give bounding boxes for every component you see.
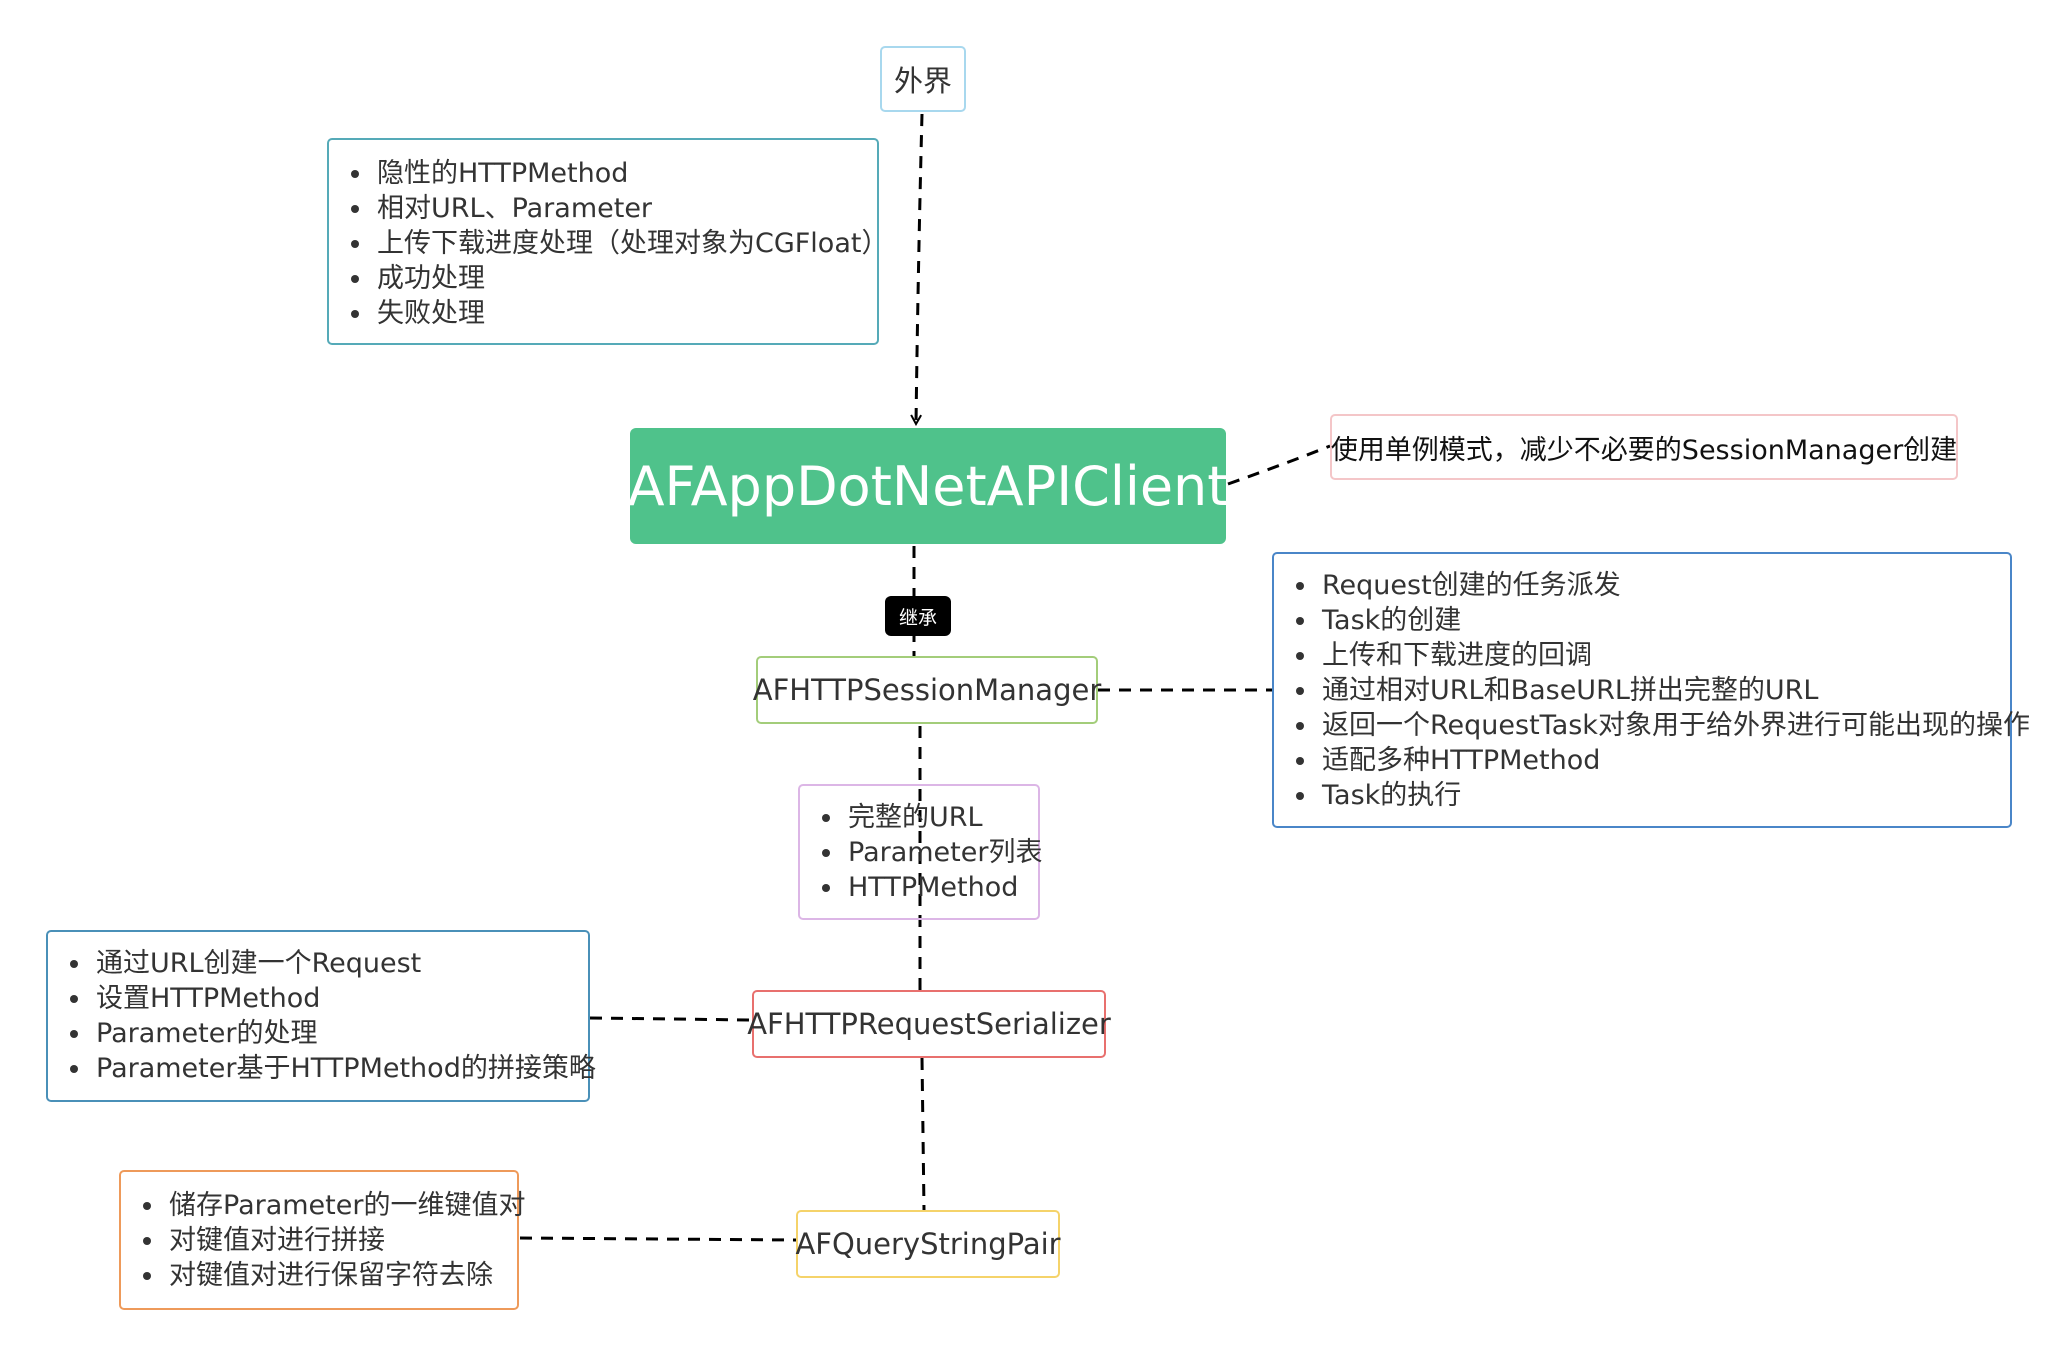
session-manager-node-label: AFHTTPSessionManager [752, 673, 1102, 707]
root-node-label: AFAppDotNetAPIClient [627, 454, 1229, 518]
list-item: 设置HTTPMethod [70, 981, 588, 1016]
outside-node-label: 外界 [893, 64, 952, 98]
pair-duties-note[interactable]: 储存Parameter的一维键值对 对键值对进行拼接 对键值对进行保留字符去除 [119, 1170, 526, 1310]
list-item: Task的执行 [1296, 778, 2010, 813]
session-duties-note[interactable]: Request创建的任务派发 Task的创建 上传和下载进度的回调 通过相对UR… [1272, 552, 2030, 828]
inherit-badge-label: 继承 [898, 606, 937, 629]
list-item: 相对URL、Parameter [351, 191, 877, 226]
list-item: 上传下载进度处理（处理对象为CGFloat） [351, 228, 889, 259]
inherit-badge: 继承 [885, 596, 951, 636]
query-string-pair-node-label: AFQueryStringPair [795, 1227, 1061, 1261]
list-item: Task的创建 [1296, 603, 2010, 638]
edge-pair-to-duties [519, 1236, 797, 1242]
list-item: 完整的URL [822, 800, 1038, 835]
client-inputs-note[interactable]: 隐性的HTTPMethod 相对URL、Parameter 上传下载进度处理（处… [327, 138, 889, 345]
list-item: Parameter的处理 [70, 1016, 588, 1051]
singleton-note[interactable]: 使用单例模式，减少不必要的SessionManager创建 [1330, 414, 1958, 480]
serializer-duties-note[interactable]: 通过URL创建一个Request 设置HTTPMethod Parameter的… [46, 930, 596, 1102]
list-item: 通过URL创建一个Request [70, 946, 588, 981]
list-item: 上传和下载进度的回调 [1296, 638, 2010, 673]
list-item: HTTPMethod [822, 870, 1038, 905]
list-item: Parameter列表 [822, 837, 1043, 868]
edge-serializer-to-duties [589, 1016, 753, 1022]
list-item: 储存Parameter的一维键值对 [143, 1190, 526, 1221]
passed-data-note[interactable]: 完整的URL Parameter列表 HTTPMethod [798, 784, 1043, 920]
client-inputs-list: 隐性的HTTPMethod 相对URL、Parameter 上传下载进度处理（处… [329, 156, 889, 331]
request-serializer-node[interactable]: AFHTTPRequestSerializer [747, 990, 1111, 1058]
list-item: Request创建的任务派发 [1296, 568, 2010, 603]
request-serializer-node-label: AFHTTPRequestSerializer [747, 1007, 1111, 1041]
list-item: 成功处理 [351, 261, 877, 296]
session-duties-list: Request创建的任务派发 Task的创建 上传和下载进度的回调 通过相对UR… [1274, 568, 2030, 813]
list-item: 对键值对进行保留字符去除 [143, 1258, 517, 1293]
edge-outside-to-root [916, 113, 924, 424]
list-item: 返回一个RequestTask对象用于给外界进行可能出现的操作 [1296, 710, 2030, 741]
passed-data-list: 完整的URL Parameter列表 HTTPMethod [800, 800, 1043, 905]
pair-duties-list: 储存Parameter的一维键值对 对键值对进行拼接 对键值对进行保留字符去除 [121, 1188, 526, 1293]
list-item: Parameter基于HTTPMethod的拼接策略 [70, 1053, 596, 1084]
list-item: 对键值对进行拼接 [143, 1223, 517, 1258]
list-item: 适配多种HTTPMethod [1296, 743, 2010, 778]
singleton-note-label: 使用单例模式，减少不必要的SessionManager创建 [1330, 434, 1958, 466]
edge-root-to-singleton-note [1227, 444, 1331, 486]
query-string-pair-node[interactable]: AFQueryStringPair [795, 1210, 1061, 1278]
list-item: 通过相对URL和BaseURL拼出完整的URL [1296, 673, 2010, 708]
session-manager-node[interactable]: AFHTTPSessionManager [753, 656, 1101, 724]
list-item: 失败处理 [351, 296, 877, 331]
edge-serializer-to-pair [920, 1057, 926, 1211]
serializer-duties-list: 通过URL创建一个Request 设置HTTPMethod Parameter的… [48, 946, 596, 1086]
root-node[interactable]: AFAppDotNetAPIClient [627, 428, 1229, 544]
outside-node[interactable]: 外界 [880, 46, 966, 112]
list-item: 隐性的HTTPMethod [351, 156, 877, 191]
